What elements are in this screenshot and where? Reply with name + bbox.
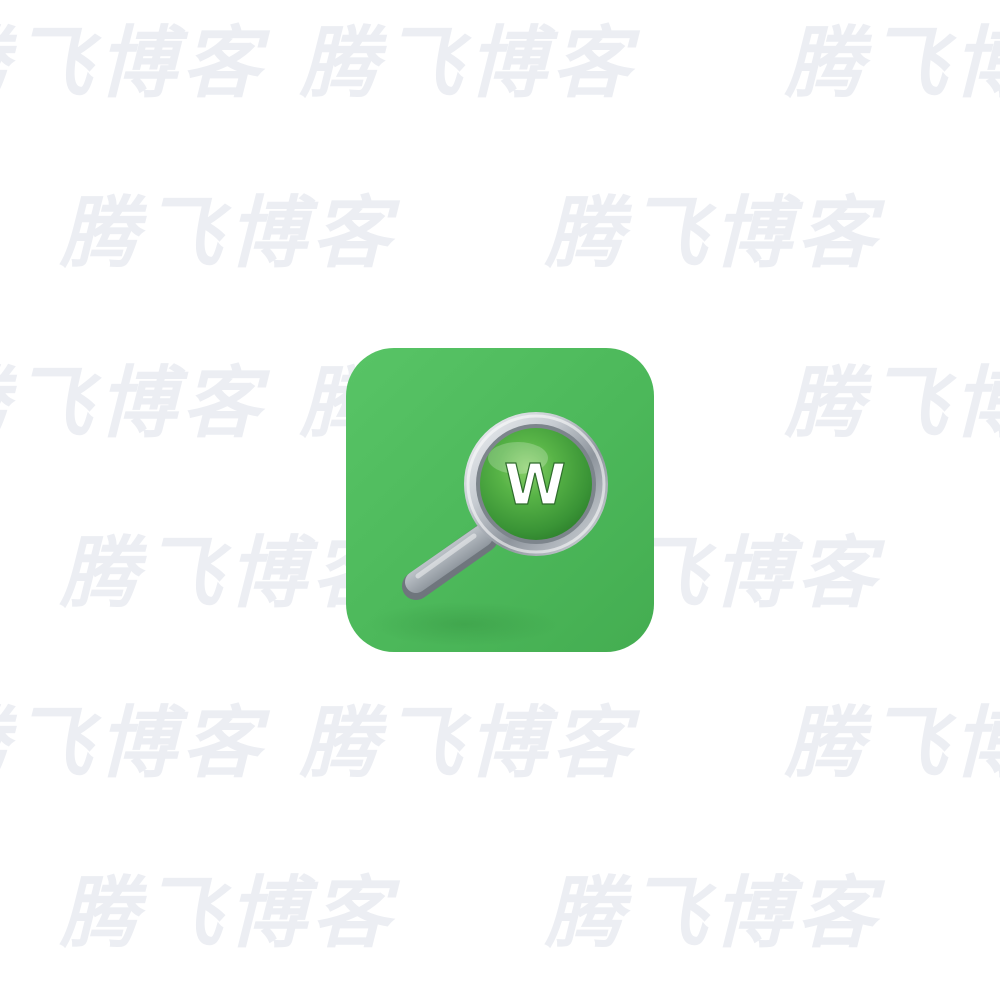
magnifier-w-icon: W	[346, 348, 654, 652]
lens-letter: W	[504, 453, 566, 518]
watermark-text: 腾飞博客	[545, 869, 882, 959]
watermark-text: 腾飞博客	[785, 19, 1000, 109]
watermark-text: 腾飞博客	[785, 359, 1000, 449]
watermark-text: 腾飞博客	[545, 189, 882, 279]
icon-shadow	[369, 602, 559, 646]
watermark-text: 腾飞博客	[0, 19, 267, 109]
watermark-text: 腾飞博客	[60, 189, 397, 279]
watermark-text: 腾飞博客	[300, 19, 637, 109]
screenshot-canvas: 腾飞博客 腾飞博客 腾飞博客 腾飞博客 腾飞博客 腾飞博客 腾飞博客 腾飞博客 …	[0, 0, 1000, 1000]
watermark-text: 腾飞博客	[60, 869, 397, 959]
watermark-text: 腾飞博客	[785, 699, 1000, 789]
watermark-text: 腾飞博客	[0, 359, 267, 449]
watermark-text: 腾飞博客	[0, 699, 267, 789]
app-icon[interactable]: W	[346, 348, 654, 652]
watermark-text: 腾飞博客	[300, 699, 637, 789]
